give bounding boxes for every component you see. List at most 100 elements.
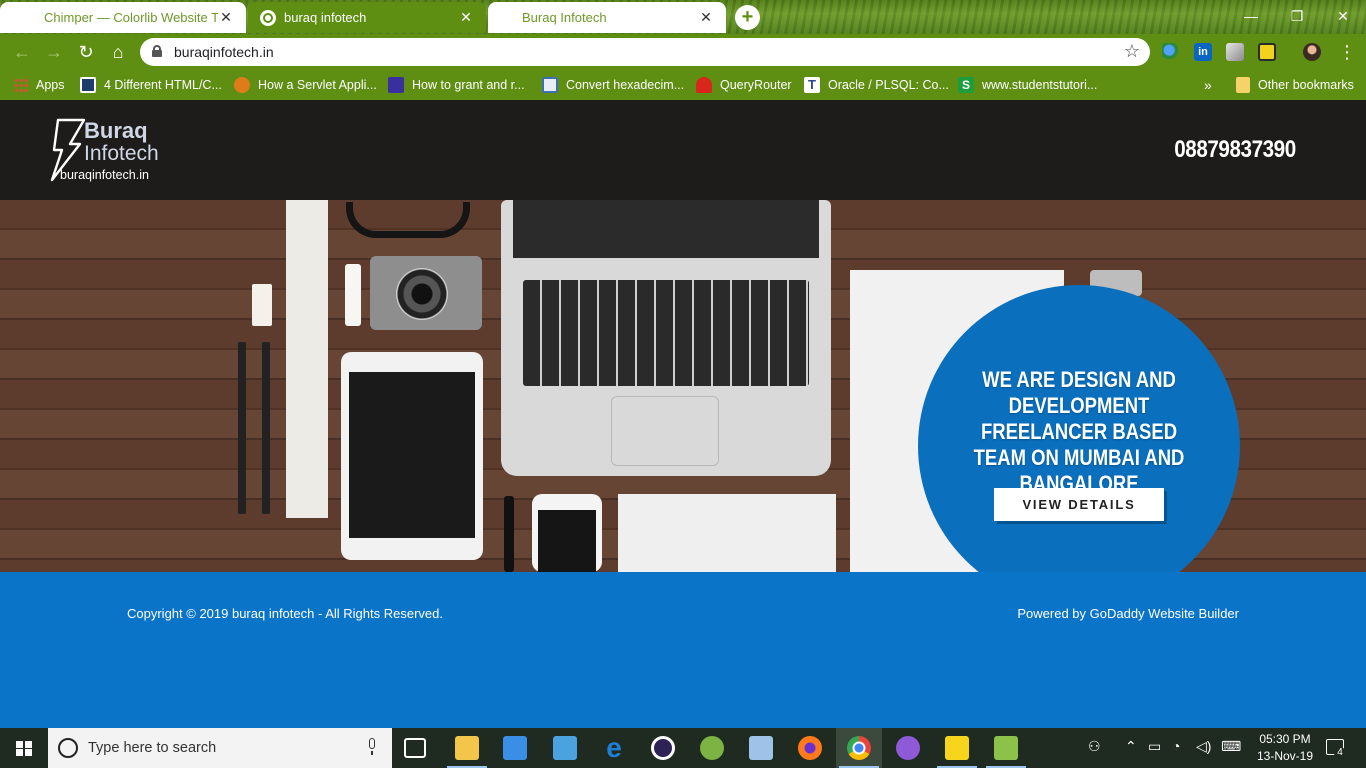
view-details-button[interactable]: VIEW DETAILS bbox=[994, 488, 1164, 521]
tab-title: buraq infotech bbox=[284, 10, 367, 25]
tab-buraq-infotech[interactable]: Buraq Infotech ✕ bbox=[488, 2, 726, 33]
bookmark-label: 4 Different HTML/C... bbox=[104, 78, 222, 92]
address-bar[interactable]: buraqinfotech.in ☆ bbox=[140, 38, 1150, 66]
tab-close-icon[interactable]: ✕ bbox=[458, 9, 474, 26]
bookmark-star-icon[interactable]: ☆ bbox=[1124, 41, 1140, 62]
bookmarks-overflow-icon[interactable]: » bbox=[1204, 76, 1212, 94]
bookmark-item[interactable]: T Oracle / PLSQL: Co... bbox=[804, 76, 949, 94]
minimize-button[interactable]: — bbox=[1228, 4, 1274, 28]
bookmark-item[interactable]: S www.studentstutori... bbox=[958, 76, 1097, 94]
keyboard-icon[interactable]: ⌨ bbox=[1221, 738, 1241, 755]
maximize-button[interactable]: ❐ bbox=[1274, 4, 1320, 28]
bookmark-item[interactable]: Convert hexadecim... bbox=[542, 76, 684, 94]
bookmark-label: How to grant and r... bbox=[412, 78, 525, 92]
laptop-image bbox=[501, 200, 831, 476]
bookmark-item[interactable]: QueryRouter bbox=[696, 76, 792, 94]
logo-text-line2: Infotech bbox=[84, 142, 159, 165]
hero-heading: WE ARE DESIGN AND DEVELOPMENT FREELANCER… bbox=[973, 367, 1185, 496]
profile-avatar[interactable] bbox=[1303, 43, 1321, 61]
bookmark-item[interactable]: How a Servlet Appli... bbox=[234, 76, 377, 94]
tablet-screen bbox=[349, 372, 475, 538]
task-view-icon[interactable] bbox=[404, 738, 426, 758]
monitor-icon bbox=[80, 77, 96, 93]
logo-text-line1: Buraq bbox=[84, 118, 148, 143]
browser-tab-strip: Chimper — Colorlib Website Tem ✕ buraq i… bbox=[0, 0, 1366, 34]
battery-icon[interactable]: ▭ bbox=[1148, 738, 1161, 755]
chrome-menu-icon[interactable]: ⋮ bbox=[1338, 40, 1356, 64]
extension-yellow-icon[interactable] bbox=[1258, 43, 1276, 61]
start-button[interactable] bbox=[0, 728, 48, 768]
virtualbox-icon[interactable] bbox=[749, 736, 773, 760]
edge-icon[interactable]: e bbox=[602, 734, 626, 762]
huawei-icon bbox=[696, 77, 712, 93]
wifi-icon[interactable]: ◔ bbox=[1172, 738, 1180, 754]
tab-buraq-infotech-active[interactable]: buraq infotech ✕ bbox=[248, 2, 486, 33]
tab-close-icon[interactable]: ✕ bbox=[698, 9, 714, 26]
forward-arrow-icon[interactable]: → bbox=[42, 40, 66, 64]
notepad-plus-icon[interactable] bbox=[994, 736, 1018, 760]
cortana-icon[interactable] bbox=[58, 738, 78, 758]
bookmark-apps[interactable]: Apps bbox=[14, 76, 65, 94]
clock-date: 13-Nov-19 bbox=[1256, 749, 1314, 763]
linkedin-extension-icon[interactable]: in bbox=[1194, 43, 1212, 61]
laptop-trackpad bbox=[611, 396, 719, 466]
bookmark-label: QueryRouter bbox=[720, 78, 792, 92]
firefox-icon[interactable] bbox=[798, 736, 822, 760]
microphone-icon[interactable] bbox=[366, 738, 378, 756]
camera-image bbox=[370, 256, 482, 330]
bookmark-label: How a Servlet Appli... bbox=[258, 78, 377, 92]
tab-chimper[interactable]: Chimper — Colorlib Website Tem ✕ bbox=[0, 2, 246, 33]
back-arrow-icon[interactable]: ← bbox=[10, 40, 34, 64]
cube-extension-icon[interactable] bbox=[1226, 43, 1244, 61]
eclipse-icon[interactable] bbox=[651, 736, 675, 760]
apps-grid-icon bbox=[14, 78, 28, 92]
bookmark-item[interactable]: 4 Different HTML/C... bbox=[80, 76, 222, 94]
search-placeholder: Type here to search bbox=[88, 740, 217, 756]
globe-icon bbox=[260, 9, 276, 26]
bookmark-label: Convert hexadecim... bbox=[566, 78, 685, 92]
extension-globe-icon[interactable] bbox=[1162, 43, 1180, 61]
glasses-image bbox=[346, 202, 470, 238]
reload-icon[interactable]: ↻ bbox=[74, 40, 98, 64]
android-studio-icon[interactable] bbox=[700, 736, 724, 760]
new-tab-button[interactable]: + bbox=[735, 5, 760, 30]
sticky-notes-icon[interactable] bbox=[945, 736, 969, 760]
store-icon[interactable] bbox=[503, 736, 527, 760]
tab-title: Chimper — Colorlib Website Tem bbox=[44, 10, 218, 25]
github-desktop-icon[interactable] bbox=[896, 736, 920, 760]
chevron-up-icon[interactable]: ⌃ bbox=[1125, 738, 1137, 755]
tab-close-icon[interactable]: ✕ bbox=[218, 9, 234, 26]
bookmark-label: Oracle / PLSQL: Co... bbox=[828, 78, 949, 92]
phone-screen bbox=[538, 510, 596, 572]
people-icon[interactable]: ⚇ bbox=[1088, 738, 1101, 755]
tab-title: Buraq Infotech bbox=[522, 10, 607, 25]
bookmark-label: Apps bbox=[36, 78, 65, 92]
system-clock[interactable]: 05:30 PM 13-Nov-19 bbox=[1245, 731, 1325, 765]
laptop-screen bbox=[513, 200, 819, 258]
url-text[interactable]: buraqinfotech.in bbox=[174, 44, 274, 60]
phone-image bbox=[532, 494, 602, 572]
windows-logo-icon bbox=[16, 741, 32, 756]
ruler-image bbox=[286, 200, 328, 518]
bookmark-item[interactable]: How to grant and r... bbox=[388, 76, 525, 94]
windows-taskbar: Type here to search e ⚇ ⌃ ▭ ◔ ◁) ⌨ 05:30… bbox=[0, 728, 1366, 768]
notification-count: 4 bbox=[1334, 747, 1346, 759]
file-explorer-icon[interactable] bbox=[455, 736, 479, 760]
lock-icon[interactable] bbox=[152, 45, 162, 57]
powered-by-link[interactable]: Powered by GoDaddy Website Builder bbox=[1017, 606, 1239, 621]
close-window-button[interactable]: ✕ bbox=[1320, 4, 1366, 28]
logo-domain: buraqinfotech.in bbox=[60, 168, 149, 182]
pencil-image bbox=[262, 342, 270, 514]
other-bookmarks-label: Other bookmarks bbox=[1258, 78, 1354, 92]
control-panel-icon[interactable] bbox=[553, 736, 577, 760]
site-logo[interactable]: Buraq Infotech buraqinfotech.in bbox=[48, 118, 159, 184]
home-icon[interactable]: ⌂ bbox=[106, 40, 130, 64]
site-footer bbox=[0, 572, 1366, 728]
bookmarks-bar: Apps 4 Different HTML/C... How a Servlet… bbox=[0, 70, 1366, 100]
other-bookmarks[interactable]: Other bookmarks bbox=[1236, 76, 1354, 94]
folder-icon bbox=[1236, 77, 1250, 93]
phone-number[interactable]: 08879837390 bbox=[1171, 136, 1300, 164]
chrome-icon[interactable] bbox=[847, 736, 871, 760]
volume-icon[interactable]: ◁) bbox=[1196, 738, 1211, 755]
taskbar-search[interactable]: Type here to search bbox=[48, 728, 392, 768]
